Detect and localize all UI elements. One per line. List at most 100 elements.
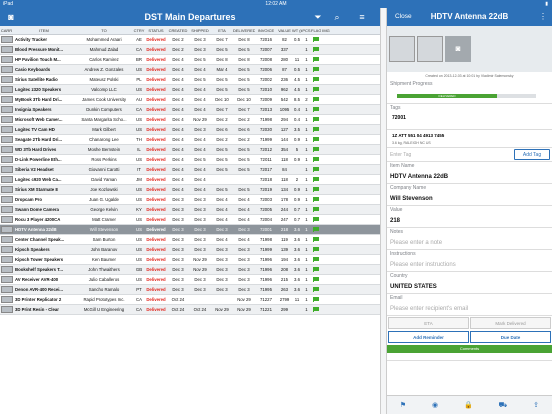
- lock-icon[interactable]: 🔒: [464, 401, 473, 409]
- column-header[interactable]: IMG: [321, 28, 331, 33]
- column-header[interactable]: ETA: [211, 28, 233, 33]
- split-divider[interactable]: [380, 8, 387, 414]
- table-row[interactable]: WD 3Tb Hard Drives Moshe Bernstein IL Deliv…: [0, 145, 380, 155]
- table-row[interactable]: Dropcam Pro Juan G. Ugalde US Delivered Dec …: [0, 195, 380, 205]
- camera-icon[interactable]: ◙: [445, 36, 471, 62]
- flag-icon[interactable]: [311, 87, 321, 92]
- table-row[interactable]: Activity Tracker Mohammed Araari AE Deliver…: [0, 35, 380, 45]
- flag-icon[interactable]: [311, 117, 321, 122]
- notes-field[interactable]: Please enter a note: [387, 236, 552, 250]
- column-header[interactable]: DELIVERED: [233, 28, 255, 33]
- column-header[interactable]: ITEM: [13, 28, 75, 33]
- flag-icon[interactable]: [311, 37, 321, 42]
- table-row[interactable]: MyBook 3Tb Hard Dri... James Cook Univers…: [0, 95, 380, 105]
- flag-icon[interactable]: [311, 267, 321, 272]
- flag-icon[interactable]: [311, 127, 321, 132]
- table-row[interactable]: Sirius Satellite Radio Mateusz Polski PL De…: [0, 75, 380, 85]
- table-row[interactable]: Kipsch Tower Speakers Ken Baumer US Deliver…: [0, 255, 380, 265]
- tag-row[interactable]: 72001: [387, 112, 552, 130]
- tracking-row[interactable]: 1Z ATT 551 04 4913 7455 3.6 kg, RALEIGH …: [387, 130, 552, 148]
- table-row[interactable]: 3D Printer Replicator 2 Rapid Prototypes …: [0, 295, 380, 305]
- item-photo[interactable]: [417, 36, 443, 62]
- add-reminder-button[interactable]: Add Reminder: [388, 331, 469, 343]
- table-row[interactable]: Microsoft Web Camer... Santa Margarita Sc…: [0, 115, 380, 125]
- flag-icon[interactable]: [311, 97, 321, 102]
- table-row[interactable]: Denon AVR-400 Recei... Sancho Ramalo PT Del…: [0, 285, 380, 295]
- value-field[interactable]: 218: [387, 214, 552, 228]
- flag-icon[interactable]: [311, 147, 321, 152]
- email-field[interactable]: Please enter recipient's email: [387, 302, 552, 316]
- table-row[interactable]: Logitec z320 Speakers Valcomp LLC US Delive…: [0, 85, 380, 95]
- table-row[interactable]: Bookshelf Speakers T... John Thwaithers GB…: [0, 265, 380, 275]
- eta-button[interactable]: ETA: [388, 317, 469, 329]
- column-header[interactable]: SHIPPED: [189, 28, 211, 33]
- table-row[interactable]: Sirius XM Starmate 8 Joe Kozlowski US Deliv…: [0, 185, 380, 195]
- table-row[interactable]: Insignia Speakers Dunkin Computers CA Deliv…: [0, 105, 380, 115]
- flag-icon[interactable]: [311, 47, 321, 52]
- flag-icon[interactable]: [311, 237, 321, 242]
- table-row[interactable]: Swann Dome Camera George Kelvin KY Delivere…: [0, 205, 380, 215]
- menu-icon[interactable]: ≡: [357, 12, 367, 22]
- item-name-field[interactable]: HDTV Antenna 22dB: [387, 170, 552, 184]
- flag-icon[interactable]: ⚑: [400, 401, 406, 409]
- flag-icon[interactable]: [311, 187, 321, 192]
- table-row[interactable]: Siberia V2 Headset Giovanni Carotti IT Deli…: [0, 165, 380, 175]
- mark-delivered-button[interactable]: Mark Delivered: [470, 317, 551, 329]
- share-icon[interactable]: ⇪: [533, 401, 539, 409]
- flag-icon[interactable]: [311, 217, 321, 222]
- flag-icon[interactable]: [311, 107, 321, 112]
- table-row[interactable]: HP Pavilion Touch M... Carlos Ramirez BR De…: [0, 55, 380, 65]
- flag-icon[interactable]: [311, 157, 321, 162]
- column-header[interactable]: VALUE: [277, 28, 292, 33]
- flag-icon[interactable]: [311, 197, 321, 202]
- table-row[interactable]: Center Channel Speak... Sam Burton US Deliv…: [0, 235, 380, 245]
- instructions-field[interactable]: Please enter instructions: [387, 258, 552, 272]
- tag-input[interactable]: Enter Tag: [389, 151, 514, 160]
- column-header[interactable]: WT (kg): [292, 28, 302, 33]
- truck-icon[interactable]: ⛟: [499, 401, 508, 410]
- table-row[interactable]: Rocu 3 Player 4200CA Matt Cramer US Deliver…: [0, 215, 380, 225]
- column-header[interactable]: FLAG: [311, 28, 321, 33]
- column-header[interactable]: CREATED: [167, 28, 189, 33]
- table-row[interactable]: HDTV Antenna 22dB Will Stevenson US Deliver…: [0, 225, 380, 235]
- flag-icon[interactable]: [311, 287, 321, 292]
- column-header[interactable]: TO: [75, 28, 133, 33]
- table-row[interactable]: 3D Print Resin - Clear McGill U Engineeri…: [0, 305, 380, 315]
- flag-icon[interactable]: [311, 257, 321, 262]
- table-row[interactable]: Logitec TV Cam HD Mark Gilbert US Delivered…: [0, 125, 380, 135]
- table-row[interactable]: Casio Keyboards Andrew Z. Gonzales US Deliv…: [0, 65, 380, 75]
- flag-icon[interactable]: [311, 247, 321, 252]
- column-header[interactable]: INVOICE: [255, 28, 277, 33]
- search-icon[interactable]: ⌕: [332, 12, 342, 22]
- comments-area[interactable]: [387, 353, 552, 361]
- filter-icon[interactable]: ⏷: [313, 12, 323, 22]
- flag-icon[interactable]: [311, 57, 321, 62]
- more-icon[interactable]: ⋮: [539, 12, 547, 22]
- table-row[interactable]: Blood Pressure Monit... Mahmud Zalad CA Del…: [0, 45, 380, 55]
- table-row[interactable]: D-Link Powerline Eth... Ross Perkins US Del…: [0, 155, 380, 165]
- flag-icon[interactable]: [311, 207, 321, 212]
- column-header[interactable]: PCS: [302, 28, 311, 33]
- table-row[interactable]: Kipsch Speakers John Baranov US Delivered De…: [0, 245, 380, 255]
- table-row[interactable]: AV Receiver AVR-400 Julio Caballeros US Del…: [0, 275, 380, 285]
- eye-icon[interactable]: ◉: [432, 401, 438, 409]
- column-header[interactable]: CTRY: [133, 28, 145, 33]
- flag-icon[interactable]: [311, 167, 321, 172]
- flag-icon[interactable]: [311, 277, 321, 282]
- flag-icon[interactable]: [311, 307, 321, 312]
- table-row[interactable]: Seagate 2Tb Hard Dri... Chanarong Lee TH De…: [0, 135, 380, 145]
- item-photo[interactable]: [389, 36, 415, 62]
- flag-icon[interactable]: [311, 67, 321, 72]
- flag-icon[interactable]: [311, 137, 321, 142]
- add-tag-button[interactable]: Add Tag: [514, 149, 550, 160]
- flag-icon[interactable]: [311, 77, 321, 82]
- column-header[interactable]: CARR: [0, 28, 13, 33]
- country-field[interactable]: UNITED STATES: [387, 280, 552, 294]
- company-name-field[interactable]: Will Stevenson: [387, 192, 552, 206]
- flag-icon[interactable]: [311, 297, 321, 302]
- table-row[interactable]: Logitec c920 Web Ca... David Yaman JM Deliv…: [0, 175, 380, 185]
- column-header[interactable]: STATUS: [145, 28, 167, 33]
- flag-icon[interactable]: [311, 227, 321, 232]
- flag-icon[interactable]: [311, 177, 321, 182]
- due-date-button[interactable]: Due Date: [470, 331, 551, 343]
